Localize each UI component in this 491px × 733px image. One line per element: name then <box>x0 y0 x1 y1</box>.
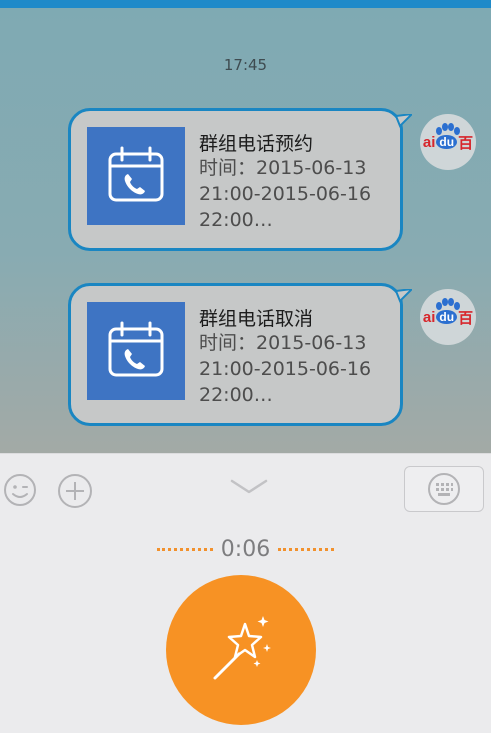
avatar-logo-text: ai <box>422 308 436 326</box>
message-row: 群组电话预约 时间：2015-06-13 21:00-2015-06-16 22… <box>0 108 491 253</box>
timer-dots-right <box>278 548 335 551</box>
timer-dots-left <box>156 548 213 551</box>
message-row: 群组电话取消 时间：2015-06-13 21:00-2015-06-16 22… <box>0 283 491 428</box>
input-toolbar <box>0 453 491 525</box>
keyboard-button[interactable] <box>404 466 484 512</box>
avatar[interactable]: ai du 百 <box>420 114 476 170</box>
bubble-tail <box>396 114 412 128</box>
emoji-button[interactable] <box>2 472 38 508</box>
message-card[interactable]: 群组电话取消 时间：2015-06-13 21:00-2015-06-16 22… <box>68 283 403 426</box>
message-title: 群组电话取消 <box>199 308 314 330</box>
chat-area[interactable]: 17:45 群组电话预约 时间：2015-06-13 21:00-2015-06… <box>0 8 491 453</box>
add-attachment-button[interactable] <box>56 472 94 510</box>
voice-effect-record-button[interactable] <box>166 575 316 725</box>
chat-timestamp: 17:45 <box>223 56 268 74</box>
avatar-logo-text: ai <box>422 133 436 151</box>
paw-icon <box>436 123 460 135</box>
avatar[interactable]: ai du 百 <box>420 289 476 345</box>
avatar-logo-text: du <box>436 135 458 149</box>
message-title: 群组电话预约 <box>199 133 314 155</box>
bubble-tail <box>396 289 412 303</box>
plus-circle-icon <box>58 474 92 508</box>
paw-icon <box>436 298 460 310</box>
magic-wand-icon <box>213 616 271 680</box>
recording-timer: 0:06 <box>220 537 271 562</box>
calendar-phone-icon <box>87 302 185 400</box>
message-body: 时间：2015-06-13 21:00-2015-06-16 22:00… <box>199 157 372 231</box>
chevron-down-icon <box>230 479 268 494</box>
message-body: 时间：2015-06-13 21:00-2015-06-16 22:00… <box>199 332 372 406</box>
voice-panel: 0:06 <box>0 525 491 733</box>
message-card[interactable]: 群组电话预约 时间：2015-06-13 21:00-2015-06-16 22… <box>68 108 403 251</box>
keyboard-icon <box>428 473 460 505</box>
status-bar-strip <box>0 0 491 8</box>
avatar-logo-text: du <box>436 310 458 324</box>
recording-timer-row: 0:06 <box>0 537 491 562</box>
calendar-phone-icon <box>87 127 185 225</box>
collapse-panel-button[interactable] <box>226 474 272 500</box>
emoji-icon <box>4 474 36 506</box>
